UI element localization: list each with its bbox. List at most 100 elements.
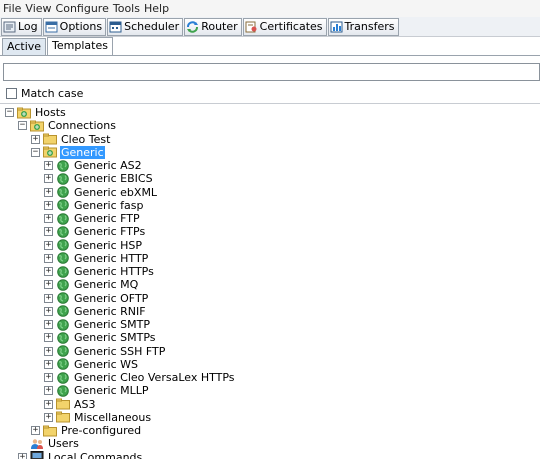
tree-node[interactable]: + Generic WS bbox=[44, 358, 139, 371]
expand-icon[interactable]: + bbox=[44, 280, 53, 290]
expand-icon[interactable]: + bbox=[44, 161, 53, 170]
users-icon bbox=[30, 438, 44, 450]
expand-icon[interactable]: + bbox=[18, 452, 27, 459]
tree-node[interactable]: + Cleo Test bbox=[31, 133, 111, 146]
tab-templates[interactable]: Templates bbox=[47, 37, 113, 55]
tree-node[interactable]: Users bbox=[18, 437, 80, 450]
tree-node[interactable]: + Generic Cleo VersaLex HTTPs bbox=[44, 371, 236, 384]
expand-icon[interactable]: + bbox=[31, 426, 40, 435]
options-label: Options bbox=[59, 20, 103, 33]
hosts-icon bbox=[17, 107, 31, 119]
expand-icon[interactable]: + bbox=[44, 320, 53, 329]
globe-icon bbox=[56, 384, 70, 397]
expand-icon[interactable]: + bbox=[44, 214, 53, 223]
certificates-button[interactable]: Certificates bbox=[242, 17, 327, 36]
collapse-icon[interactable]: − bbox=[5, 108, 14, 117]
expand-icon[interactable]: + bbox=[44, 267, 53, 276]
tree-node[interactable]: + AS3 bbox=[44, 398, 97, 411]
globe-icon bbox=[56, 159, 70, 172]
tree-node[interactable]: + Generic EBICS bbox=[44, 172, 154, 185]
tree-node[interactable]: + Generic MQ bbox=[44, 278, 139, 291]
router-icon bbox=[186, 20, 199, 33]
transfers-label: Transfers bbox=[344, 20, 395, 33]
tree-node[interactable]: + Generic SSH FTP bbox=[44, 345, 166, 358]
collapse-icon[interactable]: − bbox=[18, 121, 27, 131]
expand-icon[interactable]: + bbox=[44, 227, 53, 237]
tree-node[interactable]: + Generic AS2 bbox=[44, 159, 143, 172]
certificates-icon bbox=[245, 21, 258, 33]
expand-icon[interactable]: + bbox=[44, 240, 53, 250]
tree-node[interactable]: + Local Commands bbox=[18, 451, 143, 459]
tree-node[interactable]: + Generic HSP bbox=[44, 239, 143, 252]
expand-icon[interactable]: + bbox=[44, 346, 53, 356]
globe-icon bbox=[56, 305, 70, 318]
menu-configure[interactable]: Configure bbox=[55, 2, 112, 15]
menu-bar: File View Configure Tools Help bbox=[0, 0, 540, 17]
tree-node[interactable]: + Generic SMTP bbox=[44, 318, 151, 331]
folder-icon bbox=[43, 133, 57, 145]
expand-icon[interactable]: + bbox=[44, 187, 53, 197]
tree-node[interactable]: − Connections bbox=[18, 119, 117, 132]
menu-tools[interactable]: Tools bbox=[112, 2, 143, 15]
tree-node-label: Generic SMTP bbox=[74, 318, 150, 331]
menu-help[interactable]: Help bbox=[143, 2, 172, 15]
log-icon bbox=[3, 21, 16, 33]
globe-icon bbox=[56, 345, 70, 357]
tree-node-label: Generic HTTPs bbox=[74, 265, 154, 278]
tree-node-label: Generic RNIF bbox=[74, 304, 146, 318]
tree-node[interactable]: − Hosts bbox=[5, 106, 67, 119]
expand-icon[interactable]: + bbox=[44, 253, 53, 263]
tree-node[interactable]: + Generic MLLP bbox=[44, 384, 150, 397]
expand-icon[interactable]: + bbox=[44, 174, 53, 184]
tree-node[interactable]: + Generic ebXML bbox=[44, 186, 158, 199]
tree-node[interactable]: + Miscellaneous bbox=[44, 411, 152, 424]
expand-icon[interactable]: + bbox=[44, 412, 53, 422]
match-case-checkbox[interactable] bbox=[6, 88, 17, 99]
scheduler-button[interactable]: Scheduler bbox=[107, 17, 184, 36]
globe-icon bbox=[56, 199, 70, 212]
tree-node[interactable]: + Generic fasp bbox=[44, 199, 144, 212]
expand-icon[interactable]: + bbox=[44, 373, 53, 382]
tree-node[interactable]: + Generic RNIF bbox=[44, 305, 147, 318]
expand-icon[interactable]: + bbox=[44, 359, 53, 369]
divider bbox=[0, 103, 540, 104]
expand-icon[interactable]: + bbox=[44, 399, 53, 409]
search-input[interactable] bbox=[3, 63, 540, 81]
match-case-row[interactable]: Match case bbox=[0, 85, 540, 102]
tree-node[interactable]: + Generic HTTPs bbox=[44, 265, 155, 278]
expand-icon[interactable]: + bbox=[44, 200, 53, 210]
tree-node[interactable]: + Generic FTPs bbox=[44, 225, 146, 238]
collapse-icon[interactable]: − bbox=[31, 147, 40, 157]
tree-node[interactable]: + Pre-configured bbox=[31, 424, 142, 437]
transfers-button[interactable]: Transfers bbox=[327, 17, 399, 36]
tree-node-label: Generic EBICS bbox=[74, 172, 153, 186]
menu-file[interactable]: File bbox=[2, 2, 24, 15]
options-icon bbox=[45, 21, 58, 33]
globe-icon bbox=[56, 292, 70, 304]
tab-bar: Active Templates bbox=[0, 37, 540, 56]
globe-icon bbox=[56, 265, 70, 278]
log-button[interactable]: Log bbox=[1, 17, 42, 36]
expand-icon[interactable]: + bbox=[44, 293, 53, 303]
router-button[interactable]: Router bbox=[184, 17, 242, 36]
tree-node[interactable]: + Generic SMTPs bbox=[44, 331, 157, 344]
tree-node[interactable]: + Generic FTP bbox=[44, 212, 141, 225]
tree-node-label: Generic SSH FTP bbox=[74, 344, 166, 358]
tree-node[interactable]: + Generic OFTP bbox=[44, 292, 149, 305]
expand-icon[interactable]: + bbox=[31, 134, 40, 144]
expand-icon[interactable]: + bbox=[44, 386, 53, 396]
tree-node[interactable]: − Generic bbox=[31, 145, 105, 159]
tab-active[interactable]: Active bbox=[2, 38, 47, 55]
globe-icon bbox=[56, 239, 70, 251]
menu-view[interactable]: View bbox=[24, 2, 54, 15]
tree-node[interactable]: + Generic HTTP bbox=[44, 252, 149, 265]
tree-node-label: AS3 bbox=[74, 397, 96, 411]
tree-node-label: Local Commands bbox=[48, 450, 143, 459]
tree-node-label: Generic bbox=[60, 145, 105, 159]
tree-node-label: Generic FTPs bbox=[74, 225, 146, 239]
expand-icon[interactable]: + bbox=[44, 306, 53, 316]
options-button[interactable]: Options bbox=[42, 17, 107, 36]
match-case-label: Match case bbox=[21, 87, 84, 100]
expand-icon[interactable]: + bbox=[44, 333, 53, 343]
tree-node-label: Generic WS bbox=[74, 357, 139, 371]
